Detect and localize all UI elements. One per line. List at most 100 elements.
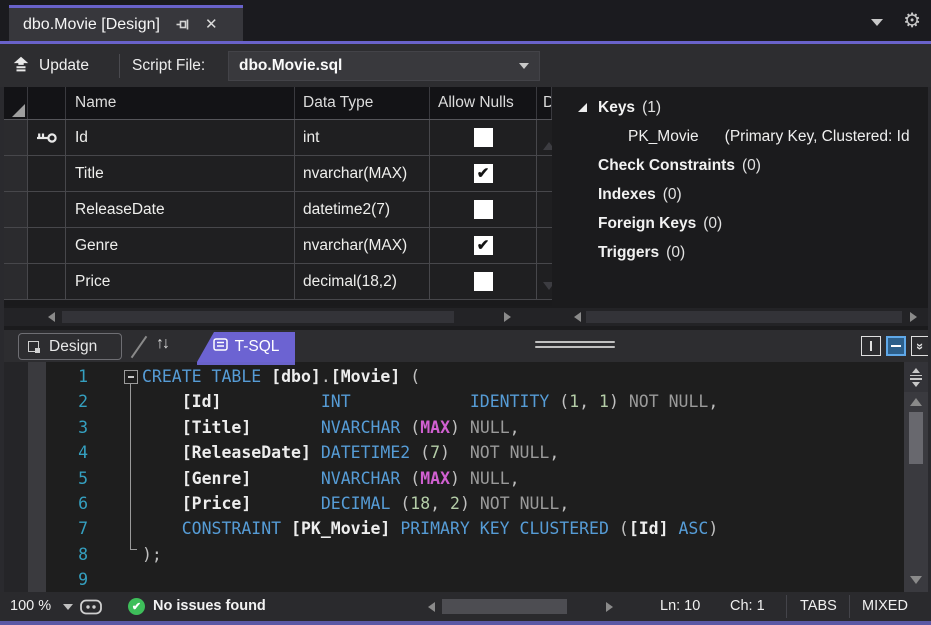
copilot-icon[interactable] (80, 599, 102, 619)
grid-row-price[interactable]: Price decimal(18,2) (4, 264, 552, 300)
default-cell[interactable] (537, 156, 552, 191)
tab-dbo-movie-design[interactable]: dbo.Movie [Design] ✕ (9, 5, 243, 41)
zoom-chevron-icon[interactable] (63, 604, 73, 610)
tree-node-check-constraints[interactable]: Check Constraints (0) (552, 151, 928, 180)
scrollbar-thumb[interactable] (586, 311, 902, 323)
allow-nulls-cell[interactable]: ✔ (430, 228, 537, 263)
row-selector[interactable] (4, 120, 28, 155)
allow-nulls-checkbox[interactable]: ✔ (473, 164, 493, 183)
tree-node-label: Keys (598, 98, 636, 116)
code-fold-collapse-icon[interactable] (124, 370, 138, 384)
allow-nulls-cell[interactable] (430, 264, 537, 299)
column-name-cell[interactable]: Id (66, 120, 295, 155)
tsql-tab-label: T-SQL (234, 338, 280, 355)
grid-column-header[interactable]: Data Type (295, 87, 430, 119)
row-selector[interactable] (4, 192, 28, 227)
scrollbar-thumb[interactable] (909, 412, 923, 464)
scroll-left-icon[interactable] (428, 602, 435, 612)
data-type-cell[interactable]: nvarchar(MAX) (295, 228, 430, 263)
scroll-left-icon[interactable] (574, 312, 581, 322)
row-selector[interactable] (4, 228, 28, 263)
grid-rows: Id int Title nvarchar(MAX) ✔ ReleaseDate datet… (4, 120, 552, 300)
column-name-cell[interactable]: ReleaseDate (66, 192, 295, 227)
horizontal-splitter-grip[interactable] (535, 341, 615, 351)
allow-nulls-checkbox[interactable] (473, 200, 493, 219)
code-line-1[interactable]: 1 CREATE TABLE [dbo].[Movie] ( (4, 364, 904, 389)
select-all-triangle-icon[interactable] (12, 104, 25, 117)
tab-tsql[interactable]: T-SQL (197, 332, 295, 362)
tree-node-indexes[interactable]: Indexes (0) (552, 180, 928, 209)
editor-split-grip[interactable] (904, 362, 928, 392)
scroll-right-icon[interactable] (606, 602, 613, 612)
split-vertical-button[interactable] (861, 336, 881, 356)
split-horizontal-button[interactable] (886, 336, 906, 356)
scroll-up-icon[interactable] (910, 398, 922, 406)
code-line-4[interactable]: 4 [ReleaseDate] DATETIME2 (7) NOT NULL, (4, 440, 904, 465)
row-selector[interactable] (4, 156, 28, 191)
document-tab-title: dbo.Movie [Design] (23, 15, 160, 33)
scrollbar-thumb[interactable] (62, 311, 454, 323)
zoom-level[interactable]: 100 % (10, 598, 51, 614)
grid-column-header[interactable]: Allow Nulls (430, 87, 537, 119)
tree-node-triggers[interactable]: Triggers (0) (552, 238, 928, 267)
code-line-8[interactable]: 8); (4, 542, 904, 567)
no-issues-check-icon: ✔ (128, 598, 145, 615)
tree-node-keys[interactable]: Keys (1) (552, 93, 928, 122)
code-line-7[interactable]: 7 CONSTRAINT [PK_Movie] PRIMARY KEY CLUS… (4, 516, 904, 541)
swap-panes-icon[interactable]: ↑↓ (156, 335, 170, 353)
tsql-code-editor[interactable]: 1 CREATE TABLE [dbo].[Movie] (2 [Id] INT … (4, 362, 928, 592)
context-horizontal-scrollbar[interactable] (552, 308, 928, 326)
scroll-left-icon[interactable] (48, 312, 55, 322)
default-cell[interactable] (537, 192, 552, 227)
column-name-cell[interactable]: Title (66, 156, 295, 191)
grid-corner-cell[interactable] (4, 87, 28, 119)
default-cell[interactable] (537, 228, 552, 263)
grid-row-releasedate[interactable]: ReleaseDate datetime2(7) (4, 192, 552, 228)
data-type-cell[interactable]: datetime2(7) (295, 192, 430, 227)
allow-nulls-checkbox[interactable] (473, 272, 493, 291)
grid-row-genre[interactable]: Genre nvarchar(MAX) ✔ (4, 228, 552, 264)
tab-design[interactable]: Design (18, 333, 122, 360)
scrollbar-thumb[interactable] (442, 599, 567, 614)
grid-row-id[interactable]: Id int (4, 120, 552, 156)
code-line-2[interactable]: 2 [Id] INT IDENTITY (1, 1) NOT NULL, (4, 389, 904, 414)
code-line-3[interactable]: 3 [Title] NVARCHAR (MAX) NULL, (4, 415, 904, 440)
allow-nulls-cell[interactable]: ✔ (430, 156, 537, 191)
data-type-cell[interactable]: int (295, 120, 430, 155)
scroll-right-icon[interactable] (504, 312, 511, 322)
update-button[interactable]: Update (12, 52, 89, 80)
grid-scroll-up-icon[interactable] (543, 142, 552, 150)
allow-nulls-checkbox[interactable] (473, 128, 493, 147)
code-lines[interactable]: 1 CREATE TABLE [dbo].[Movie] (2 [Id] INT … (4, 364, 904, 592)
allow-nulls-cell[interactable] (430, 192, 537, 227)
code-line-5[interactable]: 5 [Genre] NVARCHAR (MAX) NULL, (4, 466, 904, 491)
gear-icon[interactable]: ⚙ (903, 8, 921, 33)
pin-icon[interactable] (176, 17, 191, 32)
grid-horizontal-scrollbar[interactable] (4, 308, 552, 326)
editor-vertical-scrollbar[interactable] (904, 362, 928, 592)
code-line-6[interactable]: 6 [Price] DECIMAL (18, 2) NOT NULL, (4, 491, 904, 516)
allow-nulls-checkbox[interactable]: ✔ (473, 236, 493, 255)
grid-row-title[interactable]: Title nvarchar(MAX) ✔ (4, 156, 552, 192)
status-indent-mode[interactable]: TABS (800, 598, 837, 614)
tree-child-pk_movie[interactable]: PK_Movie (Primary Key, Clustered: Id (552, 122, 928, 151)
row-selector[interactable] (4, 264, 28, 299)
script-file-dropdown[interactable]: dbo.Movie.sql (228, 51, 540, 81)
scroll-right-icon[interactable] (910, 312, 917, 322)
expanded-triangle-icon[interactable] (578, 103, 587, 112)
grid-scroll-down-icon[interactable] (543, 282, 552, 290)
data-type-cell[interactable]: nvarchar(MAX) (295, 156, 430, 191)
status-encoding-mode[interactable]: MIXED (862, 598, 908, 614)
editor-horizontal-scrollbar[interactable] (420, 592, 620, 621)
grid-column-header[interactable]: D (537, 87, 552, 119)
tree-node-foreign-keys[interactable]: Foreign Keys (0) (552, 209, 928, 238)
data-type-cell[interactable]: decimal(18,2) (295, 264, 430, 299)
scroll-down-icon[interactable] (910, 576, 922, 584)
close-icon[interactable]: ✕ (205, 17, 218, 32)
allow-nulls-cell[interactable] (430, 120, 537, 155)
window-menu-chevron-icon[interactable] (871, 19, 883, 26)
code-line-9[interactable]: 9 (4, 567, 904, 592)
column-name-cell[interactable]: Genre (66, 228, 295, 263)
column-name-cell[interactable]: Price (66, 264, 295, 299)
grid-column-header[interactable]: Name (66, 87, 295, 119)
